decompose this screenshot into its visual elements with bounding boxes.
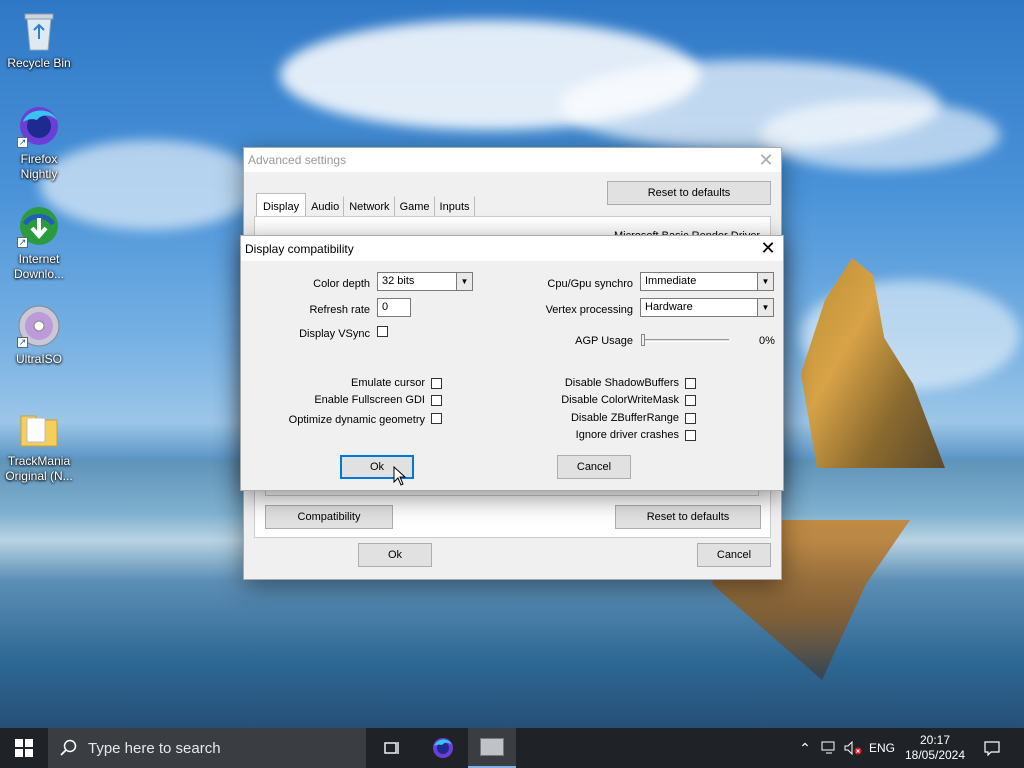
tab-network[interactable]: Network	[344, 196, 395, 218]
desktop-icon-ultraiso[interactable]: ↗ UltraISO	[1, 304, 77, 367]
mouse-cursor-icon	[393, 465, 407, 489]
desktop-icon-firefox-nightly[interactable]: ↗ Firefox Nightly	[1, 104, 77, 182]
refresh-rate-label: Refresh rate	[309, 304, 370, 316]
cpu-gpu-synchro-select[interactable]: Immediate ▼	[640, 272, 774, 291]
notifications-button[interactable]	[978, 728, 1006, 768]
advanced-settings-titlebar[interactable]: Advanced settings ✕	[244, 148, 781, 172]
display-compatibility-dialog: Display compatibility ✕ Color depth 32 b…	[240, 235, 784, 491]
start-button[interactable]	[0, 728, 48, 768]
volume-muted-icon[interactable]	[842, 728, 864, 768]
fullscreen-gdi-label: Enable Fullscreen GDI	[314, 394, 425, 406]
notification-icon	[984, 741, 1000, 756]
network-icon[interactable]	[818, 728, 840, 768]
ignore-driver-crashes-label: Ignore driver crashes	[575, 429, 679, 441]
recycle-bin-icon	[19, 8, 59, 52]
window-title: Advanced settings	[248, 153, 347, 167]
tab-inputs[interactable]: Inputs	[435, 196, 475, 218]
folder-icon	[17, 406, 61, 450]
internet-download-manager-icon: ↗	[17, 204, 61, 248]
agp-usage-label: AGP Usage	[575, 335, 633, 347]
vertex-processing-value: Hardware	[645, 301, 693, 313]
clock-date: 18/05/2024	[904, 748, 966, 762]
agp-usage-value: 0%	[759, 335, 775, 347]
compat-cancel-button[interactable]: Cancel	[557, 455, 631, 479]
disable-shadowbuffers-checkbox[interactable]	[685, 378, 696, 389]
optimize-geometry-label: Optimize dynamic geometry	[288, 414, 425, 426]
task-view-button[interactable]	[368, 728, 416, 768]
desktop-icon-internet-download-manager[interactable]: ↗ Internet Downlo...	[1, 204, 77, 282]
taskbar: Type here to search ⌃ ENG 20:17 18/05/20…	[0, 728, 1024, 768]
disable-zbufferrange-label: Disable ZBufferRange	[570, 412, 679, 424]
windows-logo-icon	[15, 739, 33, 757]
color-depth-select[interactable]: 32 bits ▼	[377, 272, 473, 291]
vertex-processing-label: Vertex processing	[545, 304, 633, 316]
fullscreen-gdi-checkbox[interactable]	[431, 395, 442, 406]
task-view-icon	[384, 742, 399, 754]
chevron-down-icon[interactable]: ▼	[456, 273, 472, 290]
chevron-down-icon[interactable]: ▼	[757, 299, 773, 316]
app-thumbnail-icon	[480, 738, 504, 756]
display-vsync-checkbox[interactable]	[377, 326, 388, 337]
emulate-cursor-checkbox[interactable]	[431, 378, 442, 389]
clock[interactable]: 20:17 18/05/2024	[902, 728, 968, 768]
firefox-nightly-icon	[433, 738, 453, 758]
language-indicator[interactable]: ENG	[866, 728, 898, 768]
advanced-cancel-button[interactable]: Cancel	[697, 543, 771, 567]
search-placeholder: Type here to search	[88, 739, 221, 757]
tab-game[interactable]: Game	[395, 196, 435, 218]
agp-usage-slider-track[interactable]	[641, 334, 729, 346]
display-vsync-label: Display VSync	[299, 328, 370, 340]
desktop-icon-label: Firefox Nightly	[20, 152, 58, 181]
display-compatibility-titlebar[interactable]: Display compatibility ✕	[241, 236, 783, 261]
reset-defaults-bottom-button[interactable]: Reset to defaults	[615, 505, 761, 529]
firefox-nightly-icon: ↗	[17, 104, 61, 148]
desktop-icon-label: Recycle Bin	[7, 56, 71, 70]
desktop-icon-label: UltraISO	[15, 352, 62, 366]
disable-shadowbuffers-label: Disable ShadowBuffers	[564, 377, 679, 389]
tab-audio[interactable]: Audio	[306, 196, 345, 218]
close-icon[interactable]: ✕	[753, 237, 783, 261]
shortcut-arrow-icon: ↗	[17, 137, 28, 148]
cpu-gpu-synchro-label: Cpu/Gpu synchro	[547, 278, 633, 290]
cpu-gpu-synchro-value: Immediate	[645, 275, 697, 287]
optimize-geometry-checkbox[interactable]	[431, 413, 442, 424]
compatibility-button[interactable]: Compatibility	[265, 505, 393, 529]
ultraiso-disc-icon: ↗	[17, 304, 61, 348]
desktop-icon-recycle-bin[interactable]: Recycle Bin	[1, 8, 77, 71]
tab-display[interactable]: Display	[256, 193, 307, 218]
desktop-icon-trackmania[interactable]: TrackMania Original (N...	[1, 406, 77, 484]
ignore-driver-crashes-checkbox[interactable]	[685, 430, 696, 441]
emulate-cursor-label: Emulate cursor	[351, 377, 425, 389]
vertex-processing-select[interactable]: Hardware ▼	[640, 298, 774, 317]
shortcut-arrow-icon: ↗	[17, 337, 28, 348]
tray-chevron-up-icon[interactable]: ⌃	[796, 728, 814, 768]
refresh-rate-input[interactable]: 0	[377, 298, 411, 317]
taskbar-active-app[interactable]	[468, 728, 516, 768]
desktop-icon-label: TrackMania Original (N...	[5, 454, 73, 483]
reset-defaults-top-button[interactable]: Reset to defaults	[607, 181, 771, 205]
taskbar-firefox-nightly[interactable]	[419, 728, 467, 768]
close-icon[interactable]: ✕	[751, 148, 781, 172]
desktop-icon-label: Internet Downlo...	[13, 252, 65, 281]
shortcut-arrow-icon: ↗	[17, 237, 28, 248]
search-icon	[60, 739, 77, 756]
color-depth-value: 32 bits	[382, 275, 415, 287]
advanced-ok-button[interactable]: Ok	[358, 543, 432, 567]
disable-colorwritemask-checkbox[interactable]	[685, 395, 696, 406]
settings-tabs: Display Audio Network Game Inputs	[256, 193, 475, 218]
agp-usage-slider-thumb[interactable]	[641, 334, 645, 346]
disable-zbufferrange-checkbox[interactable]	[685, 413, 696, 424]
clock-time: 20:17	[919, 733, 951, 747]
taskbar-search-box[interactable]: Type here to search	[48, 728, 366, 768]
disable-colorwritemask-label: Disable ColorWriteMask	[561, 394, 679, 406]
color-depth-label: Color depth	[313, 278, 370, 290]
dialog-title: Display compatibility	[245, 241, 354, 256]
chevron-down-icon[interactable]: ▼	[757, 273, 773, 290]
